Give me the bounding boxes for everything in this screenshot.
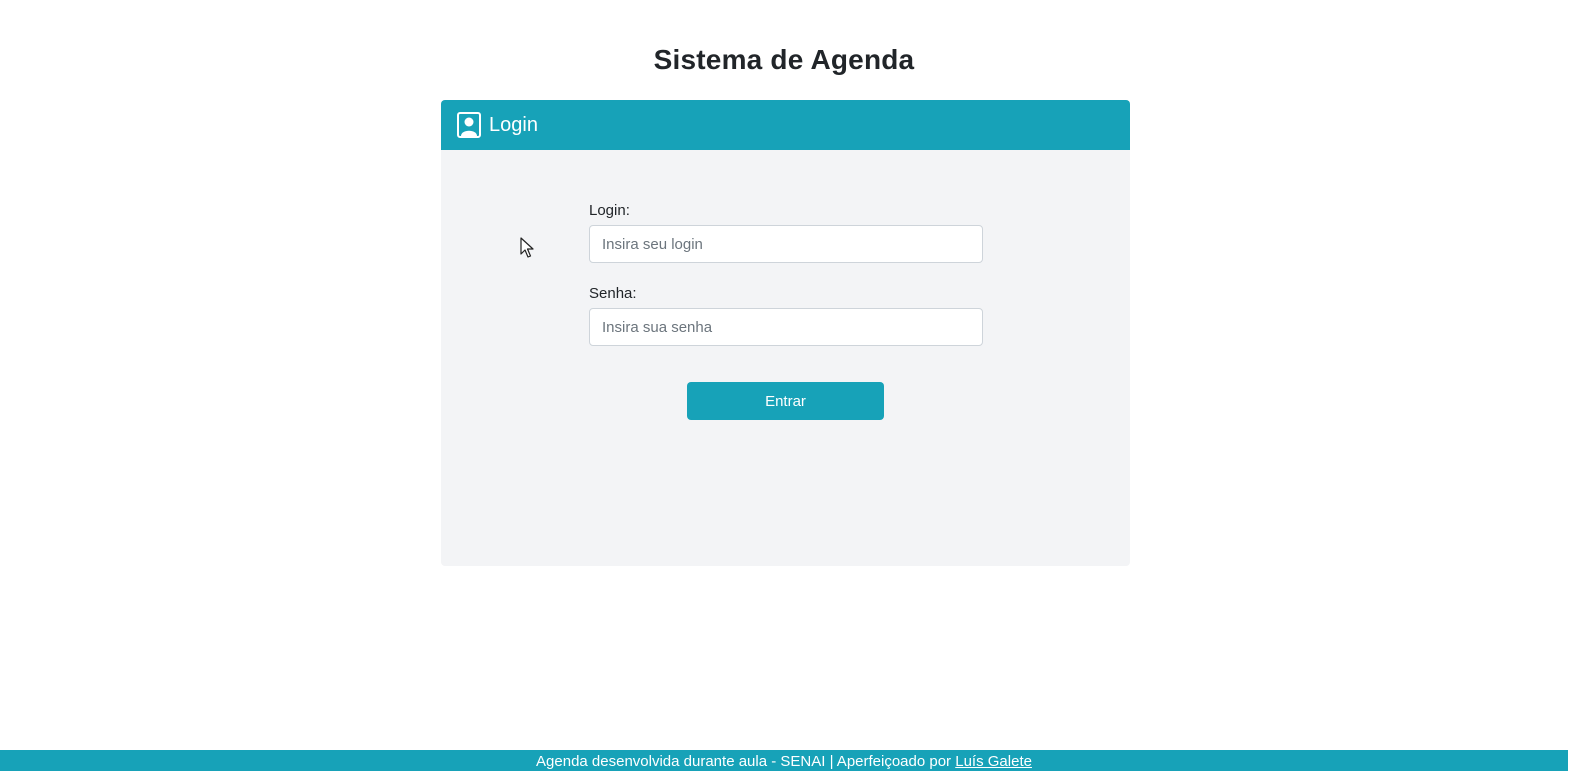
card-header: Login: [441, 100, 1130, 150]
login-card: Login Login: Senha: Entrar: [441, 100, 1130, 566]
user-icon: [457, 112, 481, 138]
password-label: Senha:: [589, 285, 637, 302]
login-submit-button[interactable]: Entrar: [687, 382, 884, 420]
card-title: Login: [489, 113, 538, 136]
footer: Agenda desenvolvida durante aula - SENAI…: [0, 750, 1568, 771]
password-input[interactable]: [589, 308, 983, 346]
page-title: Sistema de Agenda: [653, 44, 915, 75]
footer-text: Agenda desenvolvida durante aula - SENAI…: [536, 753, 956, 770]
footer-author-link[interactable]: Luís Galete: [955, 753, 1032, 770]
login-label: Login:: [589, 202, 630, 219]
page: Sistema de Agenda Login Login: Senha:: [0, 0, 1593, 783]
password-field-group: Senha:: [589, 285, 983, 346]
login-field-group: Login:: [589, 202, 983, 263]
mouse-cursor-icon: [520, 237, 534, 259]
login-form: Login: Senha:: [589, 202, 983, 368]
login-input[interactable]: [589, 225, 983, 263]
